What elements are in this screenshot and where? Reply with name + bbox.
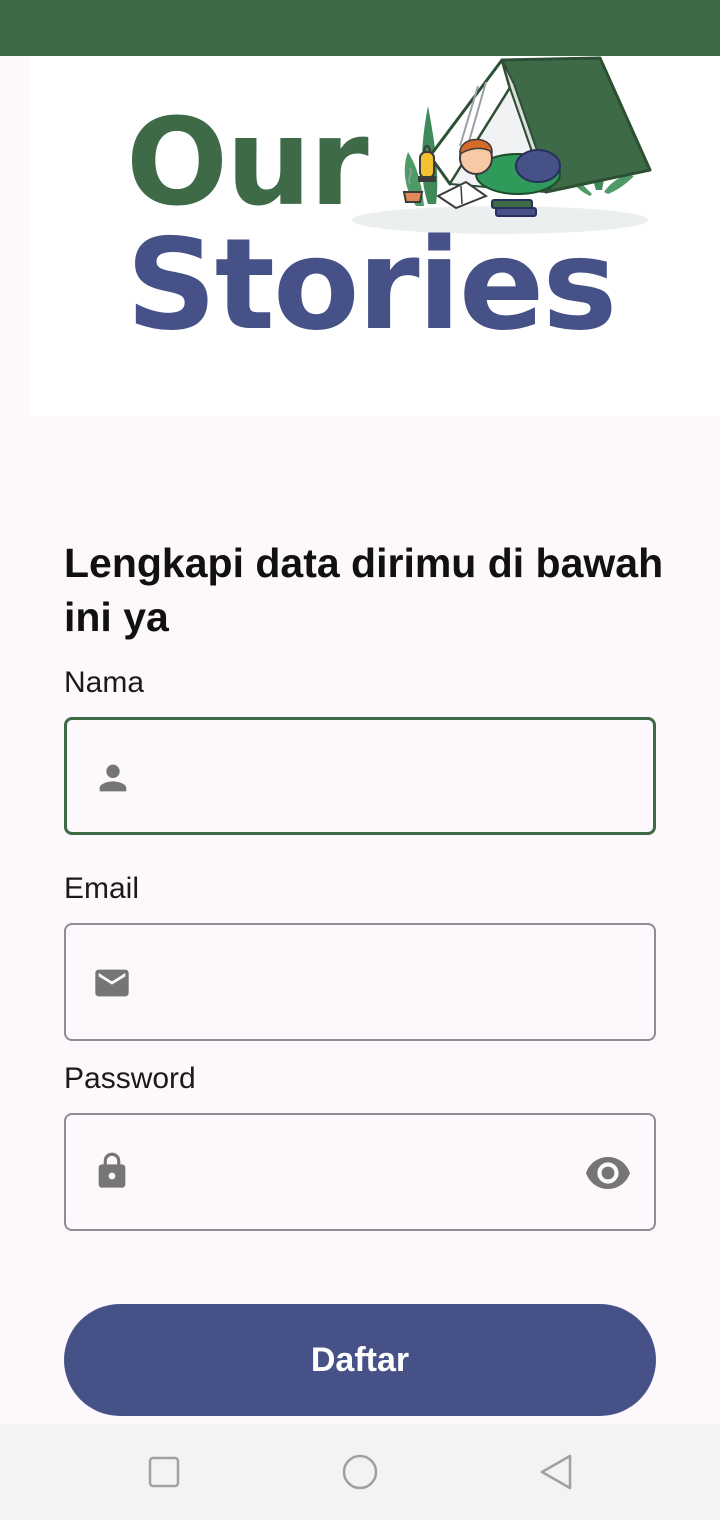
password-input[interactable] — [156, 1115, 576, 1229]
status-bar — [0, 0, 720, 56]
nama-label: Nama — [64, 666, 145, 699]
back-triangle-icon[interactable] — [536, 1452, 576, 1492]
eye-icon[interactable] — [584, 1153, 632, 1193]
email-label: Email — [64, 872, 140, 905]
daftar-button[interactable]: Daftar — [64, 1304, 656, 1416]
nama-input[interactable] — [157, 720, 577, 832]
password-field[interactable] — [64, 1113, 656, 1231]
recents-square-icon[interactable] — [144, 1452, 184, 1492]
home-circle-icon[interactable] — [340, 1452, 380, 1492]
app-logo: Our Stories — [30, 56, 720, 416]
mail-icon — [95, 969, 129, 997]
person-icon — [99, 764, 127, 792]
logo-word-stories: Stories — [126, 211, 615, 358]
form-heading: Lengkapi data dirimu di bawah ini ya — [64, 540, 664, 640]
email-input[interactable] — [156, 925, 576, 1039]
password-label: Password — [64, 1062, 196, 1095]
nama-field[interactable] — [64, 717, 656, 835]
email-field[interactable] — [64, 923, 656, 1041]
lock-icon — [98, 1152, 126, 1188]
navigation-bar — [0, 1424, 720, 1520]
